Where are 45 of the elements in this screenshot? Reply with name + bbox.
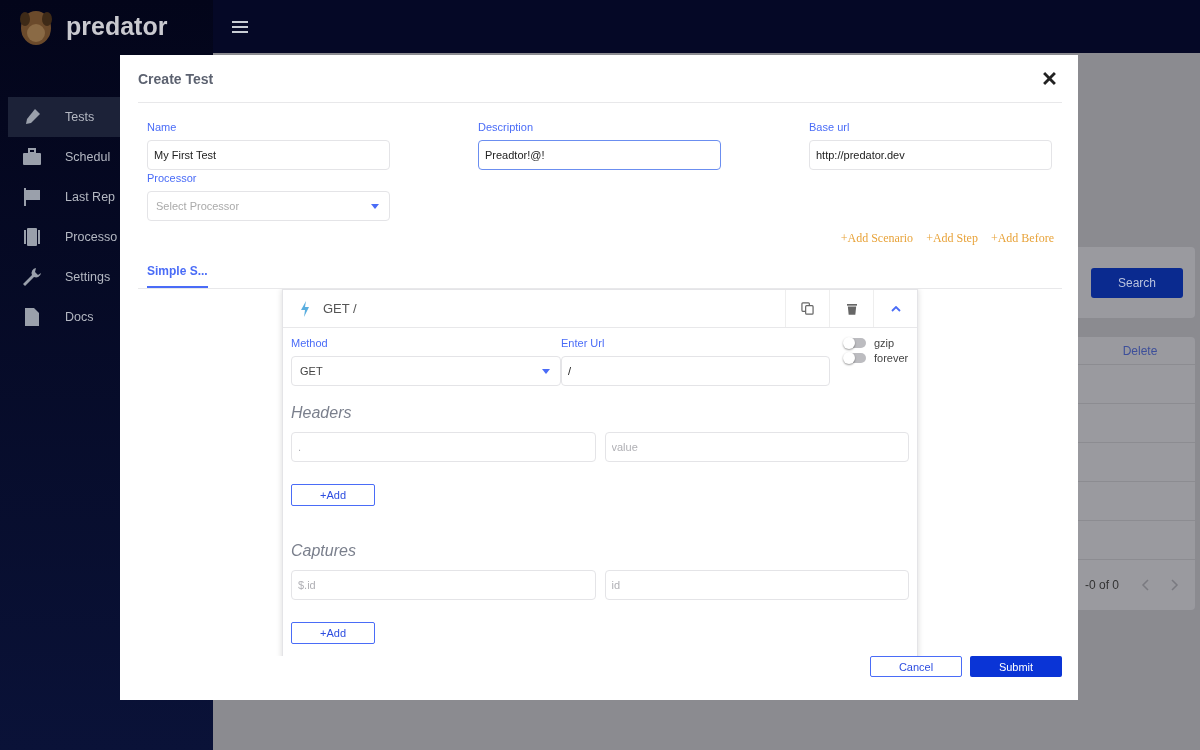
text-field[interactable]: My First Test [147, 140, 390, 170]
section-heading: Headers [291, 404, 353, 422]
pagination-text: -0 of 0 [1084, 578, 1119, 592]
input-field[interactable]: value [604, 432, 909, 462]
field-label: Enter Url [561, 337, 606, 349]
search-button[interactable]: Search [1091, 267, 1183, 298]
step-title: GET / [323, 301, 357, 316]
field-label: Name [147, 121, 178, 133]
chip-icon [22, 227, 42, 247]
toggle-switch[interactable] [844, 353, 866, 363]
text-field[interactable]: Preadtor!@! [478, 140, 721, 170]
field-label: Processor [147, 172, 198, 184]
sidebar-item[interactable]: Docs [8, 297, 213, 337]
input-field[interactable]: id [604, 570, 909, 600]
toggle-label: forever [874, 352, 909, 364]
field-label: Description [478, 121, 535, 133]
wrench-icon [22, 267, 42, 287]
cancel-button[interactable]: Cancel [870, 656, 962, 677]
toggle-switch[interactable] [844, 338, 866, 348]
chevron-up-icon[interactable] [890, 305, 901, 312]
copy-icon[interactable] [801, 302, 814, 315]
field-label: Base url [809, 121, 851, 133]
input-field[interactable]: $.id [291, 570, 596, 600]
column-header: Delete [1121, 343, 1159, 358]
field-label: Method [291, 337, 329, 349]
caret-icon [371, 203, 379, 209]
text-field[interactable]: http://predator.dev [809, 140, 1052, 170]
menu-icon[interactable] [232, 20, 248, 33]
close-icon[interactable] [1043, 72, 1056, 85]
method-select[interactable]: GET [291, 356, 561, 386]
logo-text: predator [66, 12, 168, 41]
scenario-tab[interactable]: Simple S... [147, 257, 208, 288]
toolbox-icon [22, 147, 42, 167]
input-field[interactable]: . [291, 432, 596, 462]
url-field[interactable]: / [561, 356, 830, 386]
trash-icon[interactable] [846, 302, 857, 315]
add-button[interactable]: +Add [291, 484, 375, 506]
submit-button[interactable]: Submit [970, 656, 1062, 677]
caret-icon [542, 368, 550, 374]
add-button[interactable]: +Add [291, 622, 375, 644]
dialog-title: Create Test [138, 70, 214, 87]
toggle-label: gzip [874, 337, 895, 349]
document-icon [22, 307, 42, 327]
lightning-icon [300, 300, 310, 317]
section-heading: Captures [291, 542, 357, 560]
